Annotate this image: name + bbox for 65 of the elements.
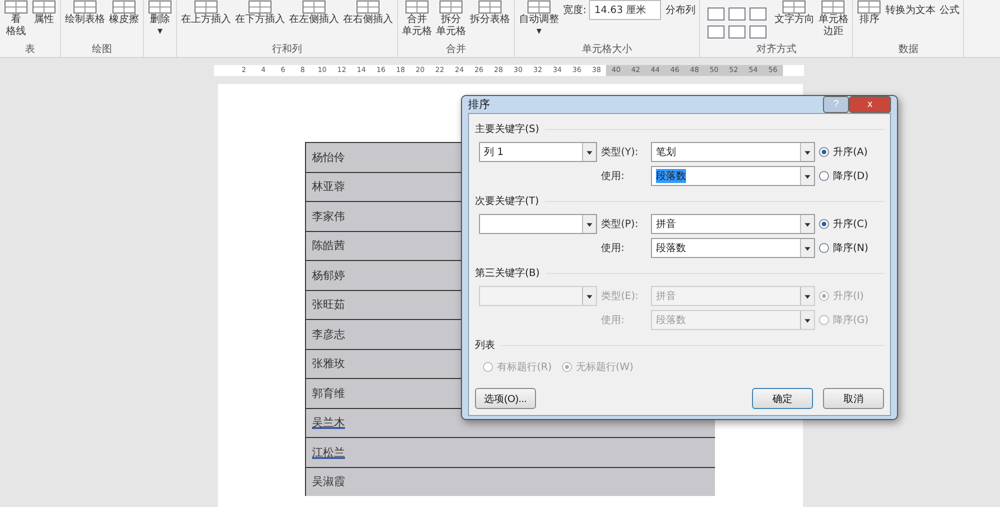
ribbon-button[interactable]: 看 格线 — [4, 0, 28, 38]
width-field[interactable]: 14.63 厘米 — [589, 0, 662, 20]
column-dropdown[interactable]: 列 1 — [479, 142, 597, 162]
options-button[interactable]: 选项(O)... — [475, 388, 536, 409]
name-text: 张旺茹 — [312, 297, 345, 312]
group-label: 数据 — [897, 43, 920, 57]
group-label: 行和列 — [271, 42, 303, 57]
group-label: 对齐方式 — [755, 42, 798, 57]
section-title: 第三关键字(B) — [475, 266, 540, 280]
ascending-radio[interactable]: 升序(A) — [819, 145, 889, 159]
name-text: 李彦志 — [312, 326, 345, 342]
ribbon-button[interactable]: 拆分表格 — [470, 0, 510, 26]
ribbon-button[interactable]: 拆分 单元格 — [436, 0, 466, 38]
column-dropdown[interactable] — [479, 214, 597, 234]
ribbon-button[interactable]: 在右侧插入 — [343, 0, 393, 26]
name-text: 陈皓茜 — [312, 238, 345, 254]
using-label: 使用: — [601, 314, 626, 327]
name-text: 张雅玫 — [312, 356, 345, 372]
group-label: 合并 — [445, 42, 467, 57]
ribbon-button[interactable]: 转换为文本 — [885, 0, 936, 20]
ribbon-button[interactable]: 在左侧插入 — [289, 0, 339, 26]
type-label: 类型(Y): — [601, 146, 640, 159]
name-text: 李家伟 — [312, 208, 345, 224]
name-text: 江松兰 — [312, 444, 345, 460]
ribbon-button[interactable]: 在下方插入 — [235, 0, 285, 26]
using-dropdown[interactable]: 段落数 — [651, 166, 815, 186]
descending-radio[interactable]: 降序(D) — [819, 169, 889, 183]
ribbon-button[interactable]: 属性 — [32, 0, 56, 26]
name-text: 吴淑霞 — [312, 474, 345, 490]
type-label: 类型(E): — [601, 290, 640, 303]
ribbon-button[interactable]: 橡皮擦 — [109, 0, 139, 26]
ribbon-button[interactable]: 绘制表格 — [65, 0, 105, 26]
ribbon-button[interactable]: 删除 ▾ — [148, 0, 172, 38]
ribbon-button[interactable]: 分布列 — [665, 0, 696, 20]
ok-button[interactable]: 确定 — [752, 388, 813, 409]
ribbon-button[interactable]: 排序 — [857, 0, 882, 26]
ribbon-button[interactable]: 公式 — [939, 0, 960, 20]
group-label: 表 — [24, 42, 36, 57]
close-button[interactable]: x — [849, 96, 891, 113]
section-title: 次要关键字(T) — [475, 194, 539, 208]
ribbon-button[interactable]: 在上方插入 — [181, 0, 231, 26]
section-title: 列表 — [475, 338, 495, 352]
cancel-button[interactable]: 取消 — [823, 388, 884, 409]
type-dropdown[interactable]: 拼音 — [651, 214, 815, 234]
type-label: 类型(P): — [601, 218, 640, 231]
group-label: 绘图 — [91, 43, 113, 57]
name-text: 林亚蓉 — [312, 179, 345, 194]
name-text: 杨郁婷 — [312, 268, 345, 283]
dialog-title: 排序 — [468, 97, 490, 112]
descending-radio[interactable]: 降序(N) — [819, 241, 889, 255]
ribbon-button[interactable]: 合并 单元格 — [402, 0, 432, 38]
ribbon-button[interactable]: 自动调整 ▾ — [519, 0, 559, 38]
ribbon-button[interactable]: 文字方向 — [774, 0, 814, 26]
name-text: 杨怡伶 — [312, 150, 345, 165]
name-text: 郭育维 — [312, 386, 345, 401]
group-label: 单元格大小 — [581, 42, 634, 57]
using-label: 使用: — [601, 170, 626, 183]
ribbon-button[interactable]: 单元格 边距 — [818, 0, 848, 38]
width-label: 宽度: — [563, 4, 586, 17]
ascending-radio[interactable]: 升序(C) — [819, 217, 889, 231]
type-dropdown[interactable]: 笔划 — [651, 142, 815, 162]
using-dropdown[interactable]: 段落数 — [651, 238, 815, 258]
name-text: 吴兰木 — [312, 415, 345, 430]
section-title: 主要关键字(S) — [475, 122, 540, 136]
using-label: 使用: — [601, 242, 626, 255]
